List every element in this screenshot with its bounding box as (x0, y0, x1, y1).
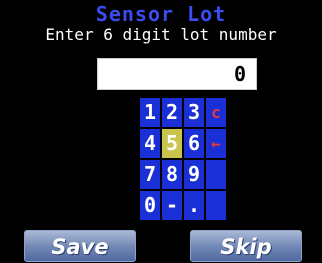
screen-title: Sensor Lot (95, 2, 227, 26)
key-0[interactable]: 0 (140, 191, 160, 220)
key-3[interactable]: 3 (184, 98, 204, 127)
skip-button[interactable]: Skip (190, 230, 302, 262)
key-7[interactable]: 7 (140, 160, 160, 189)
key-2[interactable]: 2 (162, 98, 182, 127)
lot-number-display[interactable]: 0 (97, 58, 257, 90)
minus-key[interactable]: - (162, 191, 182, 220)
blank-key (206, 160, 226, 189)
key-6[interactable]: 6 (184, 129, 204, 158)
numeric-keypad: 1 2 3 c 4 5 6 ← 7 8 9 0 - . (140, 98, 228, 222)
key-4[interactable]: 4 (140, 129, 160, 158)
key-1[interactable]: 1 (140, 98, 160, 127)
key-8[interactable]: 8 (162, 160, 182, 189)
save-button[interactable]: Save (24, 230, 136, 262)
backspace-key[interactable]: ← (206, 129, 226, 158)
clear-key[interactable]: c (206, 98, 226, 127)
instruction-text: Enter 6 digit lot number (45, 25, 277, 44)
key-5[interactable]: 5 (162, 129, 182, 158)
decimal-key[interactable]: . (184, 191, 204, 220)
key-9[interactable]: 9 (184, 160, 204, 189)
blank-key (206, 191, 226, 220)
